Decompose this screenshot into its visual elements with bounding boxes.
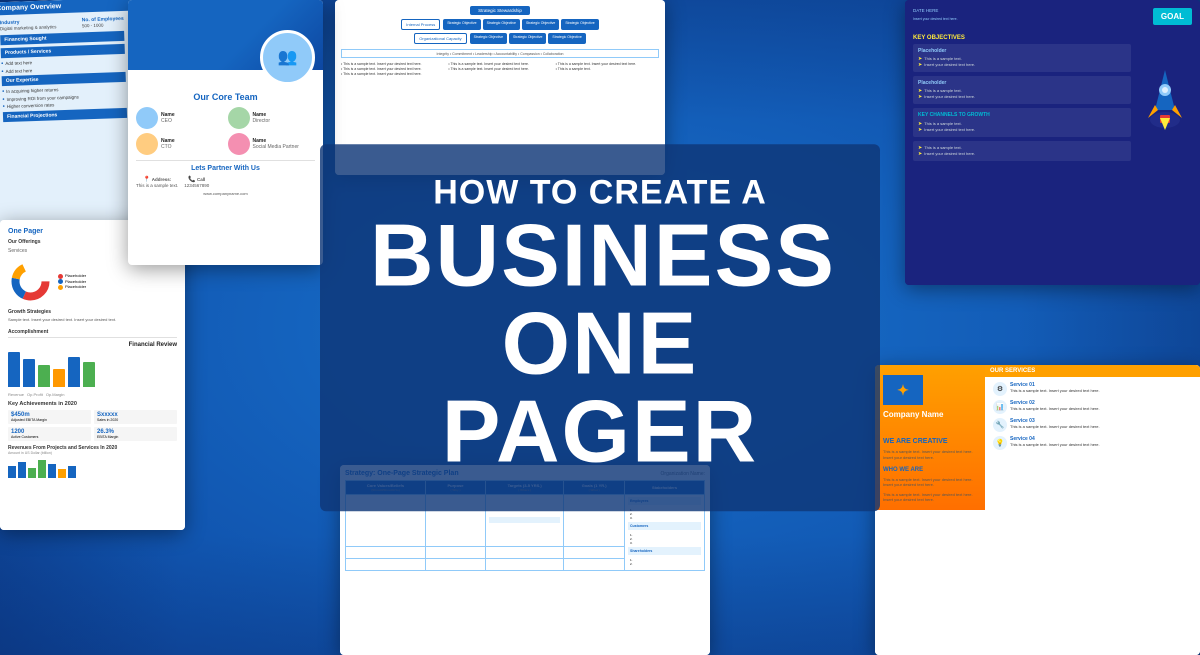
- org-values-table: Integrity • Commitment • Leadership • Ac…: [341, 49, 659, 58]
- goals-slide-content: DATE HERE Insert your desired text here.…: [905, 0, 1200, 285]
- service-icon-3: 🔧: [993, 418, 1007, 432]
- revenue-chart: [8, 458, 177, 478]
- headline-line3: ONE PAGER: [370, 299, 830, 475]
- headline-line2: BUSINESS: [370, 211, 830, 299]
- team-member-cto: Name CTO: [136, 133, 224, 155]
- service-item-3: 🔧 Service 03 This is a sample text. Inse…: [993, 418, 1192, 432]
- financing-bar: Financing Sought: [0, 31, 124, 45]
- service-item-2: 📊 Service 02 This is a sample text. Inse…: [993, 400, 1192, 414]
- brand-tagline: WE ARE CREATIVE: [883, 438, 977, 446]
- who-we-are-title: WHO WE ARE: [883, 467, 977, 473]
- service-icon-1: ⚙: [993, 382, 1007, 396]
- team-member-social: Name Social Media Partner: [228, 133, 316, 155]
- services-header: OUR SERVICES: [985, 365, 1200, 377]
- team-member-director: Name Director: [228, 107, 316, 129]
- branding-right-panel: OUR SERVICES ⚙ Service 01 This is a samp…: [985, 365, 1200, 655]
- company-slide-header: Company Overview: [0, 0, 131, 16]
- financial-review-label: Financial Review: [117, 342, 177, 348]
- address-contact: 📍 Address: This is a sample text.: [136, 176, 178, 188]
- website-email: www.companyname.com: [136, 191, 315, 196]
- strategic-goals-slide[interactable]: DATE HERE Insert your desired text here.…: [905, 0, 1200, 285]
- company-overview-slide[interactable]: Company Overview Industry Digital market…: [0, 0, 139, 232]
- branding-slide-content: ✦ Company Name WE ARE CREATIVE This is a…: [875, 365, 1200, 655]
- partner-section: Lets Partner With Us 📍 Address: This is …: [136, 160, 315, 196]
- org-text-columns: • This is a sample text. Insert your des…: [341, 62, 659, 77]
- brand-logo: ✦: [883, 375, 923, 405]
- phone-contact: 📞 Call 1234567890: [184, 176, 209, 188]
- team-slide[interactable]: 👥 Our Core Team Name CEO Name Director: [128, 0, 323, 265]
- financial-slide[interactable]: One Pager Our Offerings Services Placeho…: [0, 220, 185, 530]
- extra-section: ➤This is a sample text. ➤Insert your des…: [913, 141, 1131, 161]
- donut-chart: [8, 259, 53, 304]
- objectives-section-1: Placeholder ➤This is a sample text. ➤Ins…: [913, 44, 1131, 72]
- financial-slide-content: One Pager Our Offerings Services Placeho…: [0, 220, 185, 530]
- brand-body-text: This is a sample text. Insert your desir…: [883, 449, 977, 460]
- core-team-title: Our Core Team: [136, 92, 315, 102]
- team-slide-header: 👥: [128, 0, 323, 70]
- achievements-grid: $450m Adjusted EBITA Margin Sxxxxx Sales…: [8, 410, 177, 441]
- service-item-1: ⚙ Service 01 This is a sample text. Inse…: [993, 382, 1192, 396]
- objectives-section-2: Placeholder ➤This is a sample text. ➤Ins…: [913, 76, 1131, 104]
- main-container: Company Overview Industry Digital market…: [0, 0, 1200, 655]
- bar-chart-area: Revenue Op.Profit Op.Margin: [8, 342, 95, 397]
- team-members-grid: Name CEO Name Director Name CTO: [136, 107, 315, 155]
- products-bar: Products / Services: [1, 44, 125, 58]
- team-member-ceo: Name CEO: [136, 107, 224, 129]
- channels-section: KEY CHANNELS TO GROWTH ➤This is a sample…: [913, 108, 1131, 137]
- branding-slide[interactable]: ✦ Company Name WE ARE CREATIVE This is a…: [875, 365, 1200, 655]
- donut-chart-area: Placeholder Placeholder Placeholder: [8, 259, 177, 304]
- goal-box: GOAL: [1153, 8, 1192, 25]
- rocket-icon: [1140, 60, 1190, 140]
- company-name: Company Name: [883, 411, 977, 420]
- branding-left-panel: ✦ Company Name WE ARE CREATIVE This is a…: [875, 365, 985, 655]
- service-icon-4: 💡: [993, 436, 1007, 450]
- service-item-4: 💡 Service 04 This is a sample text. Inse…: [993, 436, 1192, 450]
- team-header-photo: 👥: [260, 30, 315, 85]
- service-icon-2: 📊: [993, 400, 1007, 414]
- center-text-block: HOW TO CREATE A BUSINESS ONE PAGER: [320, 144, 880, 511]
